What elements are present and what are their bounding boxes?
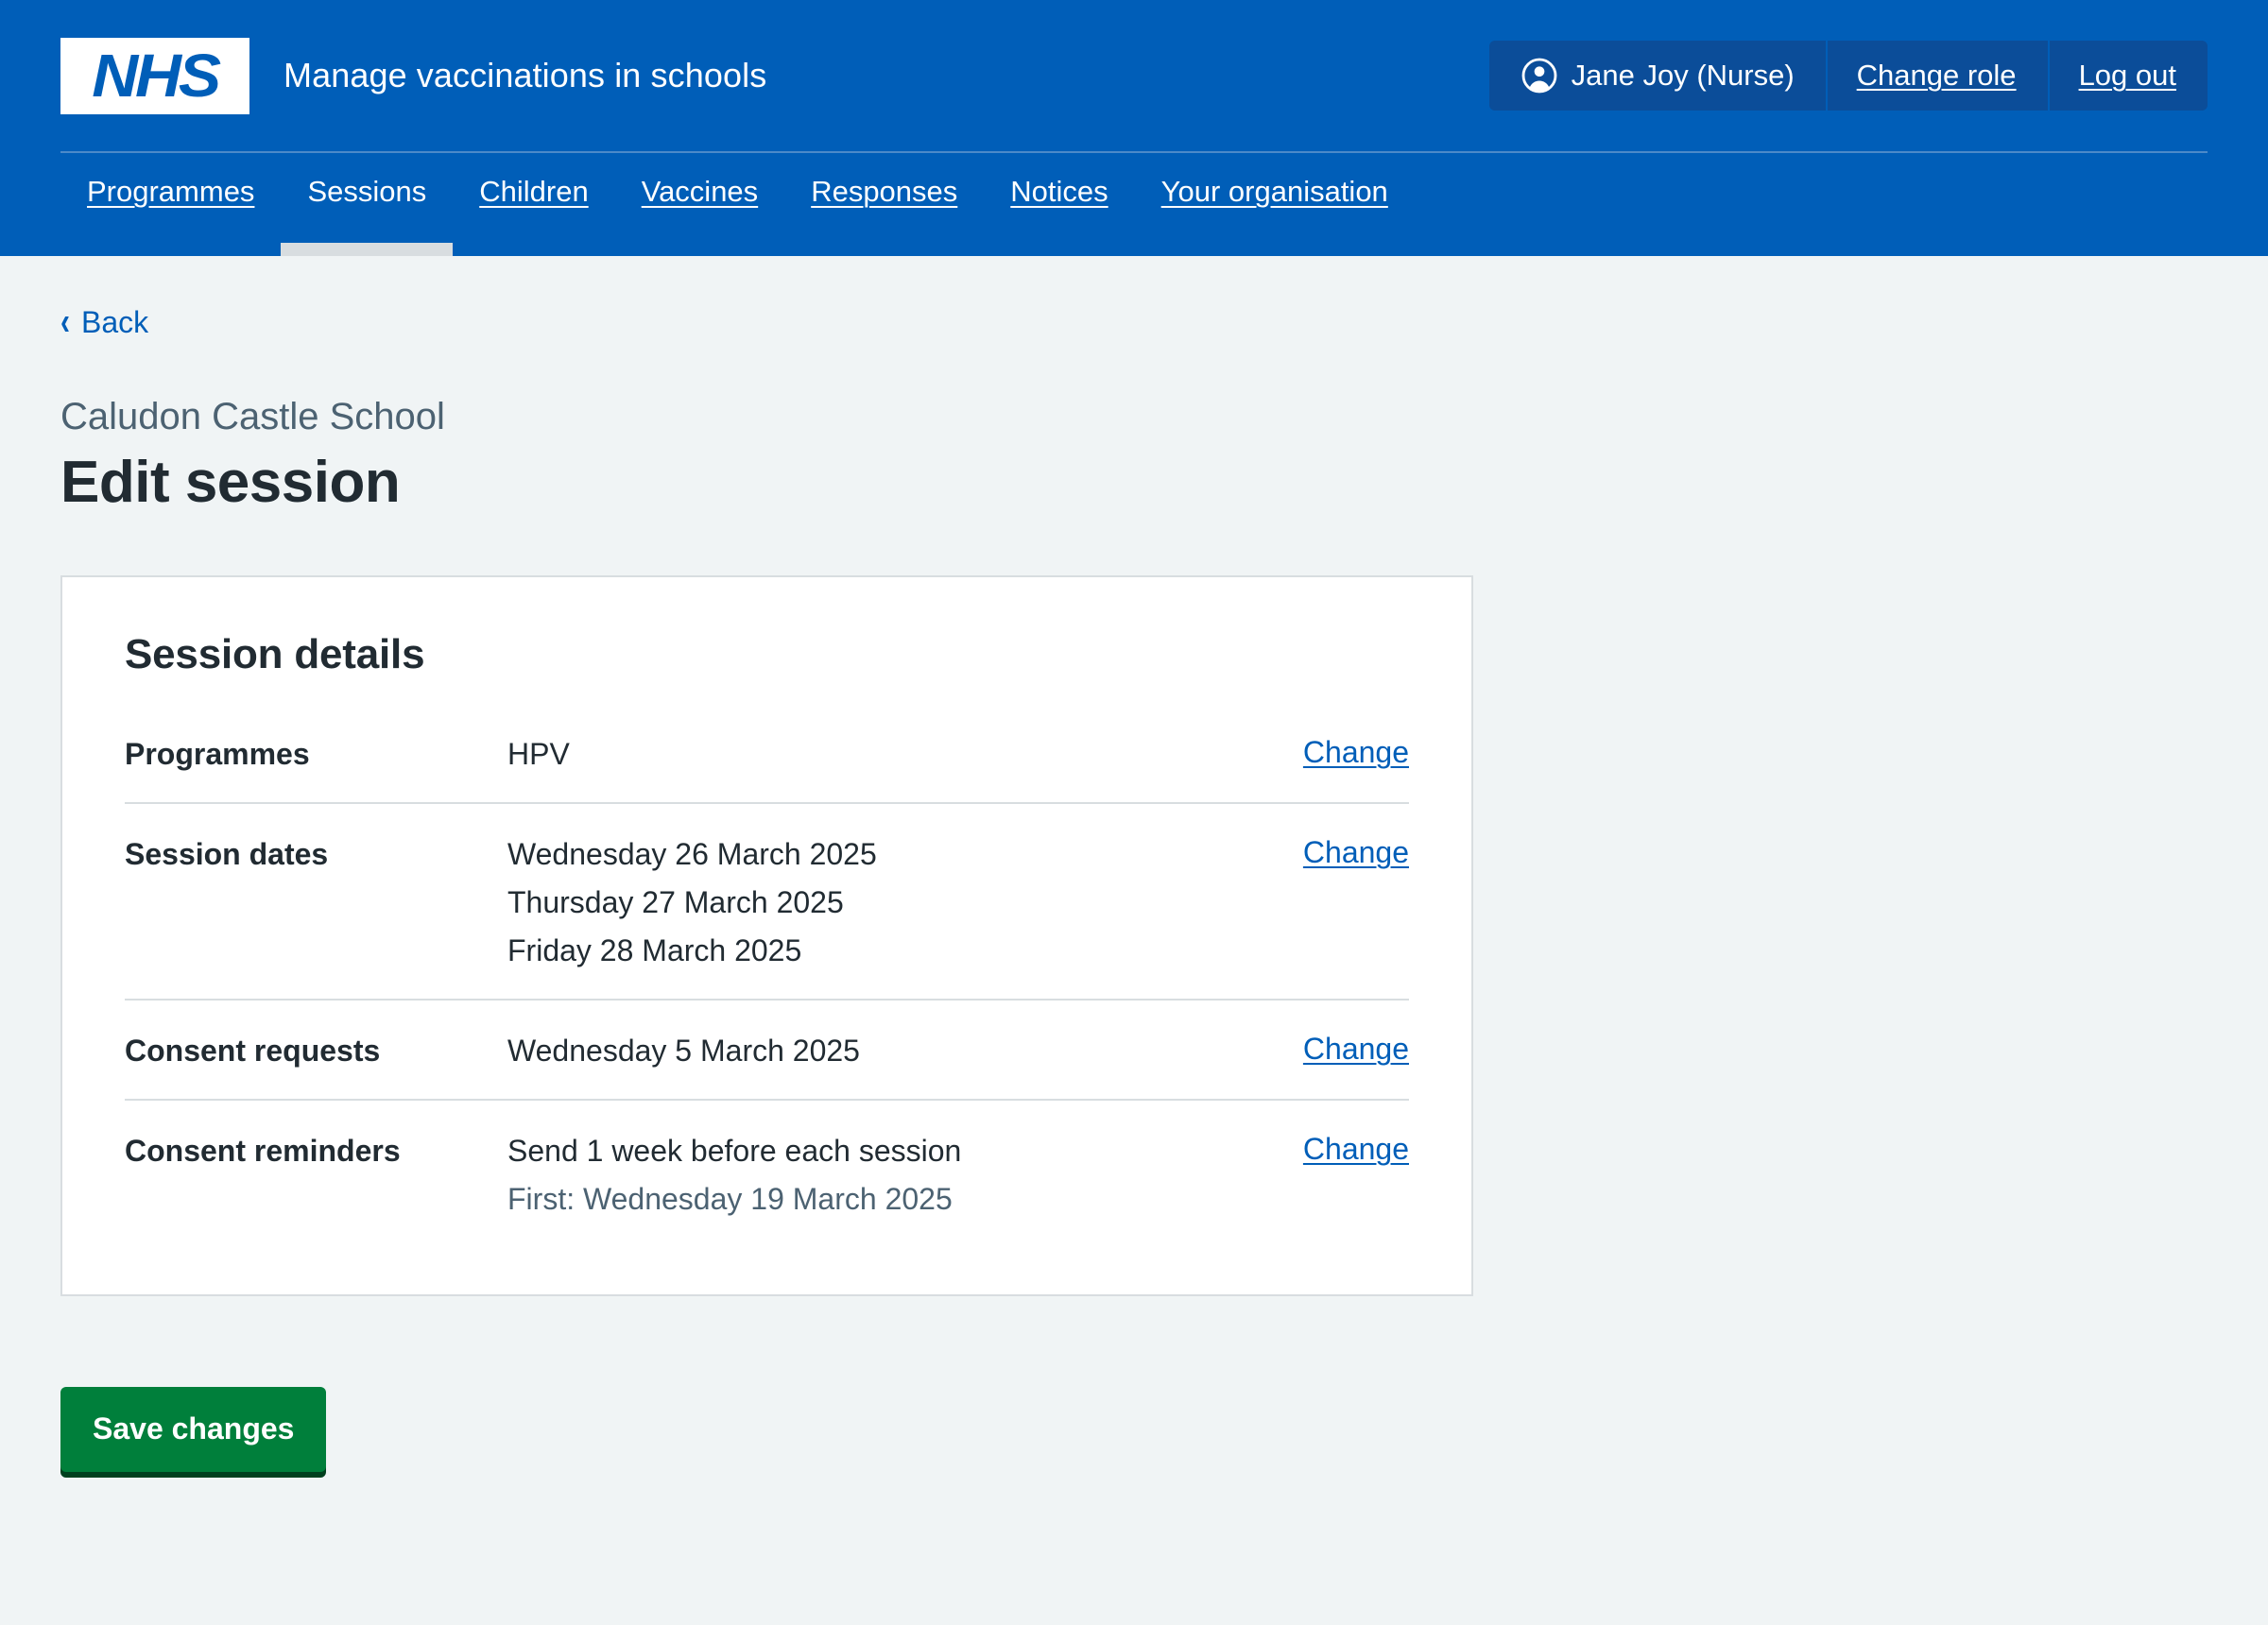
- session-details-card: Session details Programmes HPV Change Se…: [60, 575, 1473, 1296]
- summary-value: Send 1 week before each session First: W…: [507, 1132, 1220, 1219]
- header-inner: NHS Manage vaccinations in schools Jane …: [0, 0, 2268, 151]
- summary-row-consent-reminders: Consent reminders Send 1 week before eac…: [125, 1101, 1409, 1294]
- nhs-logo[interactable]: NHS: [60, 37, 249, 114]
- summary-row-session-dates: Session dates Wednesday 26 March 2025 Th…: [125, 804, 1409, 1001]
- nav-item-notices[interactable]: Notices: [984, 153, 1134, 256]
- summary-value: Wednesday 26 March 2025 Thursday 27 Marc…: [507, 835, 1220, 970]
- value-line: HPV: [507, 737, 570, 772]
- value-line: Friday 28 March 2025: [507, 933, 802, 968]
- summary-key: Programmes: [125, 737, 310, 772]
- summary-action: Change: [1220, 735, 1409, 770]
- account-user: Jane Joy (Nurse): [1489, 41, 1826, 111]
- nav-item-your-organisation[interactable]: Your organisation: [1135, 153, 1415, 256]
- summary-key: Consent reminders: [125, 1134, 401, 1169]
- primary-nav: Programmes Sessions Children Vaccines Re…: [0, 153, 2268, 256]
- summary-action: Change: [1220, 1132, 1409, 1167]
- value-line: Wednesday 26 March 2025: [507, 837, 877, 872]
- log-out-label: Log out: [2078, 59, 2176, 92]
- nav-label: Children: [479, 175, 589, 208]
- summary-row-consent-requests: Consent requests Wednesday 5 March 2025 …: [125, 1001, 1409, 1102]
- value-line: Wednesday 5 March 2025: [507, 1034, 860, 1069]
- account-user-label: Jane Joy (Nurse): [1571, 59, 1795, 92]
- nav-label: Programmes: [87, 175, 255, 208]
- value-line: Thursday 27 March 2025: [507, 885, 844, 920]
- page-title: Edit session: [60, 450, 401, 515]
- summary-key: Session dates: [125, 837, 329, 872]
- summary-row-programmes: Programmes HPV Change: [125, 704, 1409, 805]
- main-content: ‹ Back Caludon Castle School Edit sessio…: [0, 256, 2268, 1472]
- nav-label: Sessions: [307, 175, 427, 208]
- save-changes-button[interactable]: Save changes: [60, 1386, 327, 1472]
- summary-value: Wednesday 5 March 2025: [507, 1032, 1220, 1070]
- nav-label: Notices: [1010, 175, 1108, 208]
- nav-item-sessions[interactable]: Sessions: [281, 153, 454, 256]
- chevron-left-icon: ‹: [60, 300, 70, 344]
- value-line: Send 1 week before each session: [507, 1134, 962, 1169]
- nav-item-vaccines[interactable]: Vaccines: [615, 153, 785, 256]
- nav-item-programmes[interactable]: Programmes: [60, 153, 281, 256]
- change-link-session-dates[interactable]: Change: [1303, 835, 1409, 869]
- page-caption: Caludon Castle School: [60, 396, 445, 437]
- change-link-consent-reminders[interactable]: Change: [1303, 1132, 1409, 1166]
- change-role-label: Change role: [1856, 59, 2017, 92]
- summary-key: Consent requests: [125, 1034, 381, 1069]
- log-out-link[interactable]: Log out: [2047, 41, 2208, 111]
- back-label: Back: [81, 305, 149, 339]
- change-role-link[interactable]: Change role: [1825, 41, 2048, 111]
- summary-action: Change: [1220, 835, 1409, 870]
- card-body: Session details Programmes HPV Change Se…: [62, 577, 1471, 1294]
- nav-item-children[interactable]: Children: [453, 153, 614, 256]
- summary-action: Change: [1220, 1032, 1409, 1067]
- value-subtext: First: Wednesday 19 March 2025: [507, 1182, 953, 1217]
- service-name: Manage vaccinations in schools: [284, 56, 767, 95]
- site-header: NHS Manage vaccinations in schools Jane …: [0, 0, 2268, 256]
- nhs-logo-text: NHS: [92, 42, 221, 110]
- nav-label: Responses: [811, 175, 958, 208]
- change-link-programmes[interactable]: Change: [1303, 735, 1409, 769]
- account-circle-icon: [1521, 58, 1557, 94]
- nav-item-responses[interactable]: Responses: [784, 153, 984, 256]
- card-title: Session details: [125, 631, 425, 678]
- account-bar: Jane Joy (Nurse) Change role Log out: [1488, 41, 2208, 111]
- summary-value: HPV: [507, 735, 1220, 774]
- back-link[interactable]: ‹ Back: [60, 300, 149, 344]
- nav-label: Your organisation: [1160, 175, 1388, 208]
- nav-label: Vaccines: [641, 175, 759, 208]
- change-link-consent-requests[interactable]: Change: [1303, 1032, 1409, 1066]
